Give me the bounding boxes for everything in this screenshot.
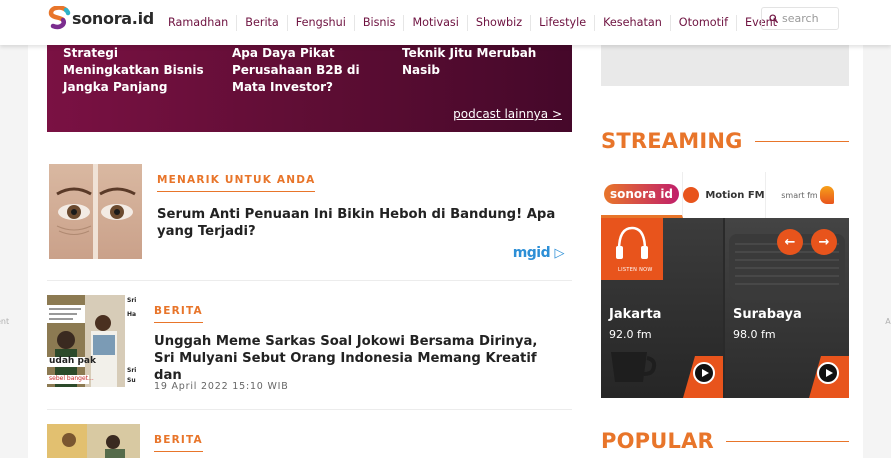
site-header: sonora.id Ramadhan Berita Fengshui Bisni… [0, 0, 891, 45]
arrow-right-icon: → [818, 234, 830, 250]
arrow-left-icon: ← [784, 234, 796, 250]
search-input[interactable] [782, 12, 838, 25]
streaming-title: STREAMING [601, 129, 743, 153]
logo-text: sonora.id [72, 8, 154, 28]
nav-item-motivasi[interactable]: Motivasi [404, 14, 468, 31]
thumbnail-caption: Su [127, 377, 136, 384]
play-button[interactable] [817, 362, 839, 384]
nav-item-lifestyle[interactable]: Lifestyle [531, 14, 596, 31]
nav-item-showbiz[interactable]: Showbiz [468, 14, 532, 31]
list-item[interactable]: BERITA [47, 424, 572, 458]
page: ent Ac sonora.id Ramadhan Berita Fengshu… [0, 0, 891, 458]
ad-choices-icon: ▷ [554, 246, 565, 261]
nav-item-otomotif[interactable]: Otomotif [671, 14, 738, 31]
nav-item-ramadhan[interactable]: Ramadhan [160, 14, 238, 31]
listen-now-label: LISTEN NOW [618, 267, 653, 273]
mgid-logo[interactable]: mgid ▷ [512, 245, 565, 261]
main-nav: Ramadhan Berita Fengshui Bisnis Motivasi… [160, 0, 785, 45]
carousel-prev-button[interactable]: ← [777, 229, 803, 255]
podcast-item[interactable]: Teknik Jitu Merubah Nasib [402, 45, 552, 79]
podcast-banner: Strategi Meningkatkan Bisnis Jangka Panj… [47, 45, 572, 132]
headphones-icon [616, 226, 648, 259]
logo-icon [47, 5, 71, 30]
article-thumbnail[interactable]: udah pak sebel banget... Sri Ha Sri Su [47, 295, 140, 387]
station-city: Surabaya [733, 307, 802, 322]
podcast-more-link[interactable]: podcast lainnya > [453, 107, 562, 121]
nav-item-fengshui[interactable]: Fengshui [288, 14, 355, 31]
station-tab-smart-fm[interactable]: smart fm [766, 172, 849, 218]
thumbnail-caption: Ha [127, 311, 137, 318]
station-name: smart fm [781, 190, 818, 200]
article-kicker: MENARIK UNTUK ANDA [157, 174, 316, 192]
station-frequency: 98.0 fm [733, 328, 776, 341]
streaming-section-header: STREAMING [601, 129, 849, 153]
mgid-label: mgid [512, 245, 551, 261]
article-title[interactable]: Unggah Meme Sarkas Soal Jokowi Bersama D… [154, 333, 559, 384]
thumbnail-caption: udah pak [49, 356, 96, 366]
article-kicker: BERITA [154, 434, 203, 452]
station-name: sonora id [603, 183, 680, 204]
article-thumbnail[interactable] [47, 424, 140, 458]
list-item[interactable]: udah pak sebel banget... Sri Ha Sri Su B… [47, 295, 572, 392]
divider [47, 409, 572, 410]
right-ad-gutter: Ac [863, 45, 891, 458]
smart-fm-icon [819, 186, 834, 204]
section-title-line [754, 140, 849, 142]
right-ad-label: Ac [885, 317, 891, 326]
play-button[interactable] [693, 362, 715, 384]
divider [47, 280, 572, 281]
right-ad-slot [601, 45, 849, 86]
station-card-jakarta[interactable]: LISTEN NOW Jakarta 92.0 fm [601, 218, 723, 398]
podcast-item[interactable]: Strategi Meningkatkan Bisnis Jangka Panj… [63, 45, 213, 96]
thumbnail-caption: Sri [127, 367, 137, 374]
left-ad-label: ent [0, 317, 10, 326]
search-icon [769, 14, 778, 23]
article-date: 19 April 2022 15:10 WIB [154, 381, 289, 392]
left-ad-gutter: ent [0, 45, 28, 458]
popular-title: POPULAR [601, 429, 714, 453]
nav-item-berita[interactable]: Berita [237, 14, 288, 31]
popular-section-header: POPULAR [601, 429, 849, 453]
station-tab-motion-fm[interactable]: Motion FM [683, 172, 766, 218]
listen-now-banner: LISTEN NOW [601, 218, 663, 280]
carousel-next-button[interactable]: → [811, 229, 837, 255]
list-item[interactable]: MENARIK UNTUK ANDA Serum Anti Penuaan In… [47, 164, 572, 264]
section-title-line [725, 440, 849, 442]
coffee-cup-icon [611, 352, 657, 382]
nav-item-bisnis[interactable]: Bisnis [355, 14, 405, 31]
station-tab-sonora[interactable]: sonora id [601, 172, 683, 218]
logo[interactable]: sonora.id [47, 5, 154, 30]
streaming-player: LISTEN NOW Jakarta 92.0 fm Surabaya 98.0… [601, 218, 849, 398]
article-kicker: BERITA [154, 305, 203, 323]
station-tabs: sonora id Motion FM smart fm [601, 172, 849, 218]
thumbnail-caption: Sri [127, 297, 137, 304]
thumbnail-caption: sebel banget... [49, 375, 94, 382]
station-name: Motion FM [705, 189, 765, 201]
article-thumbnail[interactable] [49, 164, 142, 259]
article-title[interactable]: Serum Anti Penuaan Ini Bikin Heboh di Ba… [157, 206, 567, 240]
station-city: Jakarta [609, 307, 662, 322]
search-box[interactable] [761, 7, 839, 30]
station-frequency: 92.0 fm [609, 328, 652, 341]
podcast-item[interactable]: Apa Daya Pikat Perusahaan B2B di Mata In… [232, 45, 392, 96]
nav-item-kesehatan[interactable]: Kesehatan [595, 14, 671, 31]
motion-fm-icon [683, 187, 700, 203]
